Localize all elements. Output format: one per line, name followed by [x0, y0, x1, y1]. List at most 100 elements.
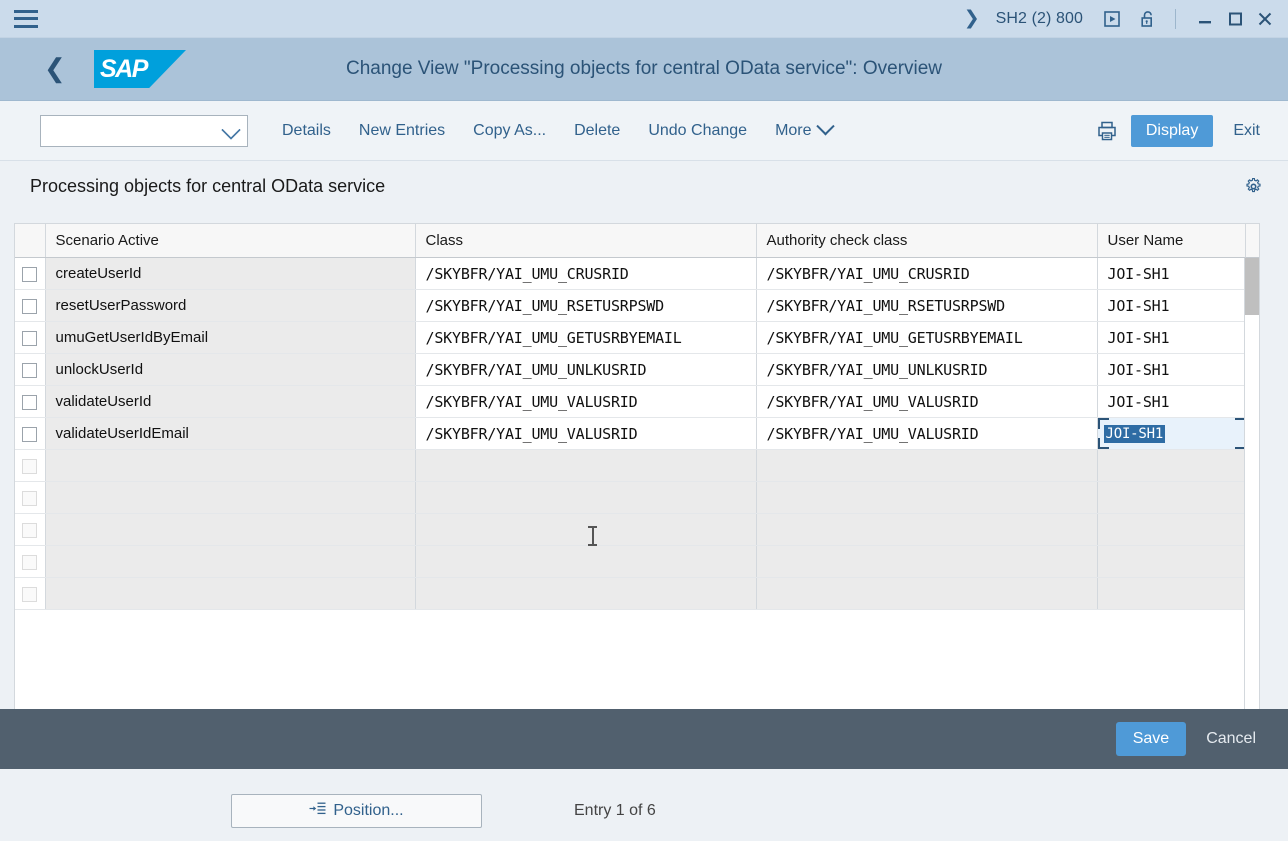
cell-user-name[interactable]: JOI-SH1: [1097, 353, 1247, 386]
gear-icon[interactable]: [1242, 175, 1264, 197]
cell-authority-check-class[interactable]: /SKYBFR/YAI_UMU_UNLKUSRID: [756, 353, 1098, 386]
cell-user-name[interactable]: [1097, 577, 1247, 610]
cell-authority-check-class[interactable]: /SKYBFR/YAI_UMU_VALUSRID: [756, 385, 1098, 418]
row-checkbox-cell[interactable]: [15, 417, 46, 450]
details-button[interactable]: Details: [268, 116, 345, 146]
row-checkbox-cell[interactable]: [15, 321, 46, 354]
row-checkbox[interactable]: [22, 266, 38, 282]
maximize-button[interactable]: [1222, 7, 1248, 31]
table-row-empty[interactable]: [15, 449, 1247, 482]
cell-authority-check-class[interactable]: [756, 545, 1098, 578]
table-row[interactable]: validateUserId /SKYBFR/YAI_UMU_VALUSRID …: [15, 385, 1247, 418]
cell-authority-check-class[interactable]: [756, 513, 1098, 546]
cell-scenario-active[interactable]: umuGetUserIdByEmail: [45, 321, 416, 354]
row-checkbox-cell[interactable]: [15, 353, 46, 386]
cell-user-name[interactable]: JOI-SH1: [1097, 321, 1247, 354]
back-navigation-icon[interactable]: ❮: [44, 56, 88, 82]
column-header-authority-check-class[interactable]: Authority check class: [756, 224, 1098, 258]
vertical-scrollbar-thumb[interactable]: [1245, 258, 1259, 315]
row-checkbox-cell: [15, 449, 46, 482]
cell-class[interactable]: [415, 513, 757, 546]
cell-scenario-active[interactable]: [45, 513, 416, 546]
cell-user-name[interactable]: JOI-SH1: [1097, 289, 1247, 322]
row-checkbox[interactable]: [22, 330, 38, 346]
column-header-user-name[interactable]: User Name: [1097, 224, 1247, 258]
cell-scenario-active[interactable]: [45, 545, 416, 578]
cell-user-name-selected-text: JOI-SH1: [1103, 424, 1166, 443]
row-checkbox-cell[interactable]: [15, 289, 46, 322]
row-checkbox[interactable]: [22, 362, 38, 378]
variant-select[interactable]: [40, 114, 248, 147]
cell-user-name[interactable]: [1097, 513, 1247, 546]
cancel-button[interactable]: Cancel: [1192, 722, 1270, 756]
display-button[interactable]: Display: [1130, 114, 1214, 147]
save-button[interactable]: Save: [1115, 722, 1187, 756]
row-checkbox-cell[interactable]: [15, 257, 46, 290]
new-entries-button[interactable]: New Entries: [345, 116, 459, 146]
cell-class[interactable]: /SKYBFR/YAI_UMU_VALUSRID: [415, 417, 757, 450]
table-row[interactable]: umuGetUserIdByEmail /SKYBFR/YAI_UMU_GETU…: [15, 321, 1247, 354]
cell-class[interactable]: [415, 577, 757, 610]
close-button[interactable]: [1252, 7, 1278, 31]
select-all-header[interactable]: [15, 224, 46, 258]
cell-authority-check-class[interactable]: /SKYBFR/YAI_UMU_VALUSRID: [756, 417, 1098, 450]
hamburger-menu-icon[interactable]: [14, 9, 38, 28]
table-row[interactable]: unlockUserId /SKYBFR/YAI_UMU_UNLKUSRID /…: [15, 353, 1247, 386]
cell-scenario-active[interactable]: validateUserId: [45, 385, 416, 418]
unlocked-padlock-icon[interactable]: [1137, 8, 1159, 30]
copy-as-button[interactable]: Copy As...: [459, 116, 560, 146]
table-row[interactable]: validateUserIdEmail /SKYBFR/YAI_UMU_VALU…: [15, 417, 1247, 450]
row-checkbox[interactable]: [22, 426, 38, 442]
cell-scenario-active[interactable]: [45, 481, 416, 514]
column-header-class[interactable]: Class: [415, 224, 757, 258]
table-row-empty[interactable]: [15, 577, 1247, 610]
table-row-empty[interactable]: [15, 545, 1247, 578]
delete-button[interactable]: Delete: [560, 116, 634, 146]
cell-user-name[interactable]: [1097, 481, 1247, 514]
cell-user-name[interactable]: JOI-SH1: [1097, 257, 1247, 290]
cell-scenario-active[interactable]: validateUserIdEmail: [45, 417, 416, 450]
cell-class[interactable]: /SKYBFR/YAI_UMU_UNLKUSRID: [415, 353, 757, 386]
table-row[interactable]: resetUserPassword /SKYBFR/YAI_UMU_RSETUS…: [15, 289, 1247, 322]
table-controls: Position... Entry 1 of 6: [0, 781, 1288, 841]
more-button[interactable]: More: [761, 116, 845, 146]
cell-class[interactable]: [415, 545, 757, 578]
cell-user-name[interactable]: [1097, 449, 1247, 482]
row-checkbox-cell[interactable]: [15, 385, 46, 418]
printer-icon[interactable]: [1091, 117, 1123, 145]
cell-scenario-active[interactable]: [45, 577, 416, 610]
play-boxed-icon[interactable]: [1101, 8, 1123, 30]
column-header-scenario-active[interactable]: Scenario Active: [45, 224, 416, 258]
table-row-empty[interactable]: [15, 481, 1247, 514]
cell-user-name-selected[interactable]: JOI-SH1: [1097, 417, 1247, 450]
cell-class[interactable]: [415, 481, 757, 514]
vertical-scrollbar[interactable]: [1244, 258, 1259, 738]
position-button[interactable]: Position...: [231, 794, 482, 828]
cell-authority-check-class[interactable]: [756, 577, 1098, 610]
table-row-empty[interactable]: [15, 513, 1247, 546]
cell-class[interactable]: /SKYBFR/YAI_UMU_CRUSRID: [415, 257, 757, 290]
row-checkbox[interactable]: [22, 394, 38, 410]
exit-button[interactable]: Exit: [1219, 115, 1274, 147]
cell-class[interactable]: /SKYBFR/YAI_UMU_GETUSRBYEMAIL: [415, 321, 757, 354]
cell-scenario-active[interactable]: createUserId: [45, 257, 416, 290]
cell-user-name[interactable]: [1097, 545, 1247, 578]
row-checkbox[interactable]: [22, 298, 38, 314]
table-row[interactable]: createUserId /SKYBFR/YAI_UMU_CRUSRID /SK…: [15, 257, 1247, 290]
row-checkbox: [22, 490, 38, 506]
minimize-button[interactable]: [1192, 7, 1218, 31]
chevron-right-icon[interactable]: ❯: [964, 9, 980, 28]
cell-authority-check-class[interactable]: /SKYBFR/YAI_UMU_GETUSRBYEMAIL: [756, 321, 1098, 354]
cell-authority-check-class[interactable]: [756, 481, 1098, 514]
cell-authority-check-class[interactable]: /SKYBFR/YAI_UMU_RSETUSRPSWD: [756, 289, 1098, 322]
cell-authority-check-class[interactable]: [756, 449, 1098, 482]
cell-authority-check-class[interactable]: /SKYBFR/YAI_UMU_CRUSRID: [756, 257, 1098, 290]
cell-scenario-active[interactable]: [45, 449, 416, 482]
cell-scenario-active[interactable]: resetUserPassword: [45, 289, 416, 322]
cell-class[interactable]: [415, 449, 757, 482]
cell-user-name[interactable]: JOI-SH1: [1097, 385, 1247, 418]
cell-class[interactable]: /SKYBFR/YAI_UMU_VALUSRID: [415, 385, 757, 418]
cell-class[interactable]: /SKYBFR/YAI_UMU_RSETUSRPSWD: [415, 289, 757, 322]
cell-scenario-active[interactable]: unlockUserId: [45, 353, 416, 386]
undo-change-button[interactable]: Undo Change: [634, 116, 761, 146]
